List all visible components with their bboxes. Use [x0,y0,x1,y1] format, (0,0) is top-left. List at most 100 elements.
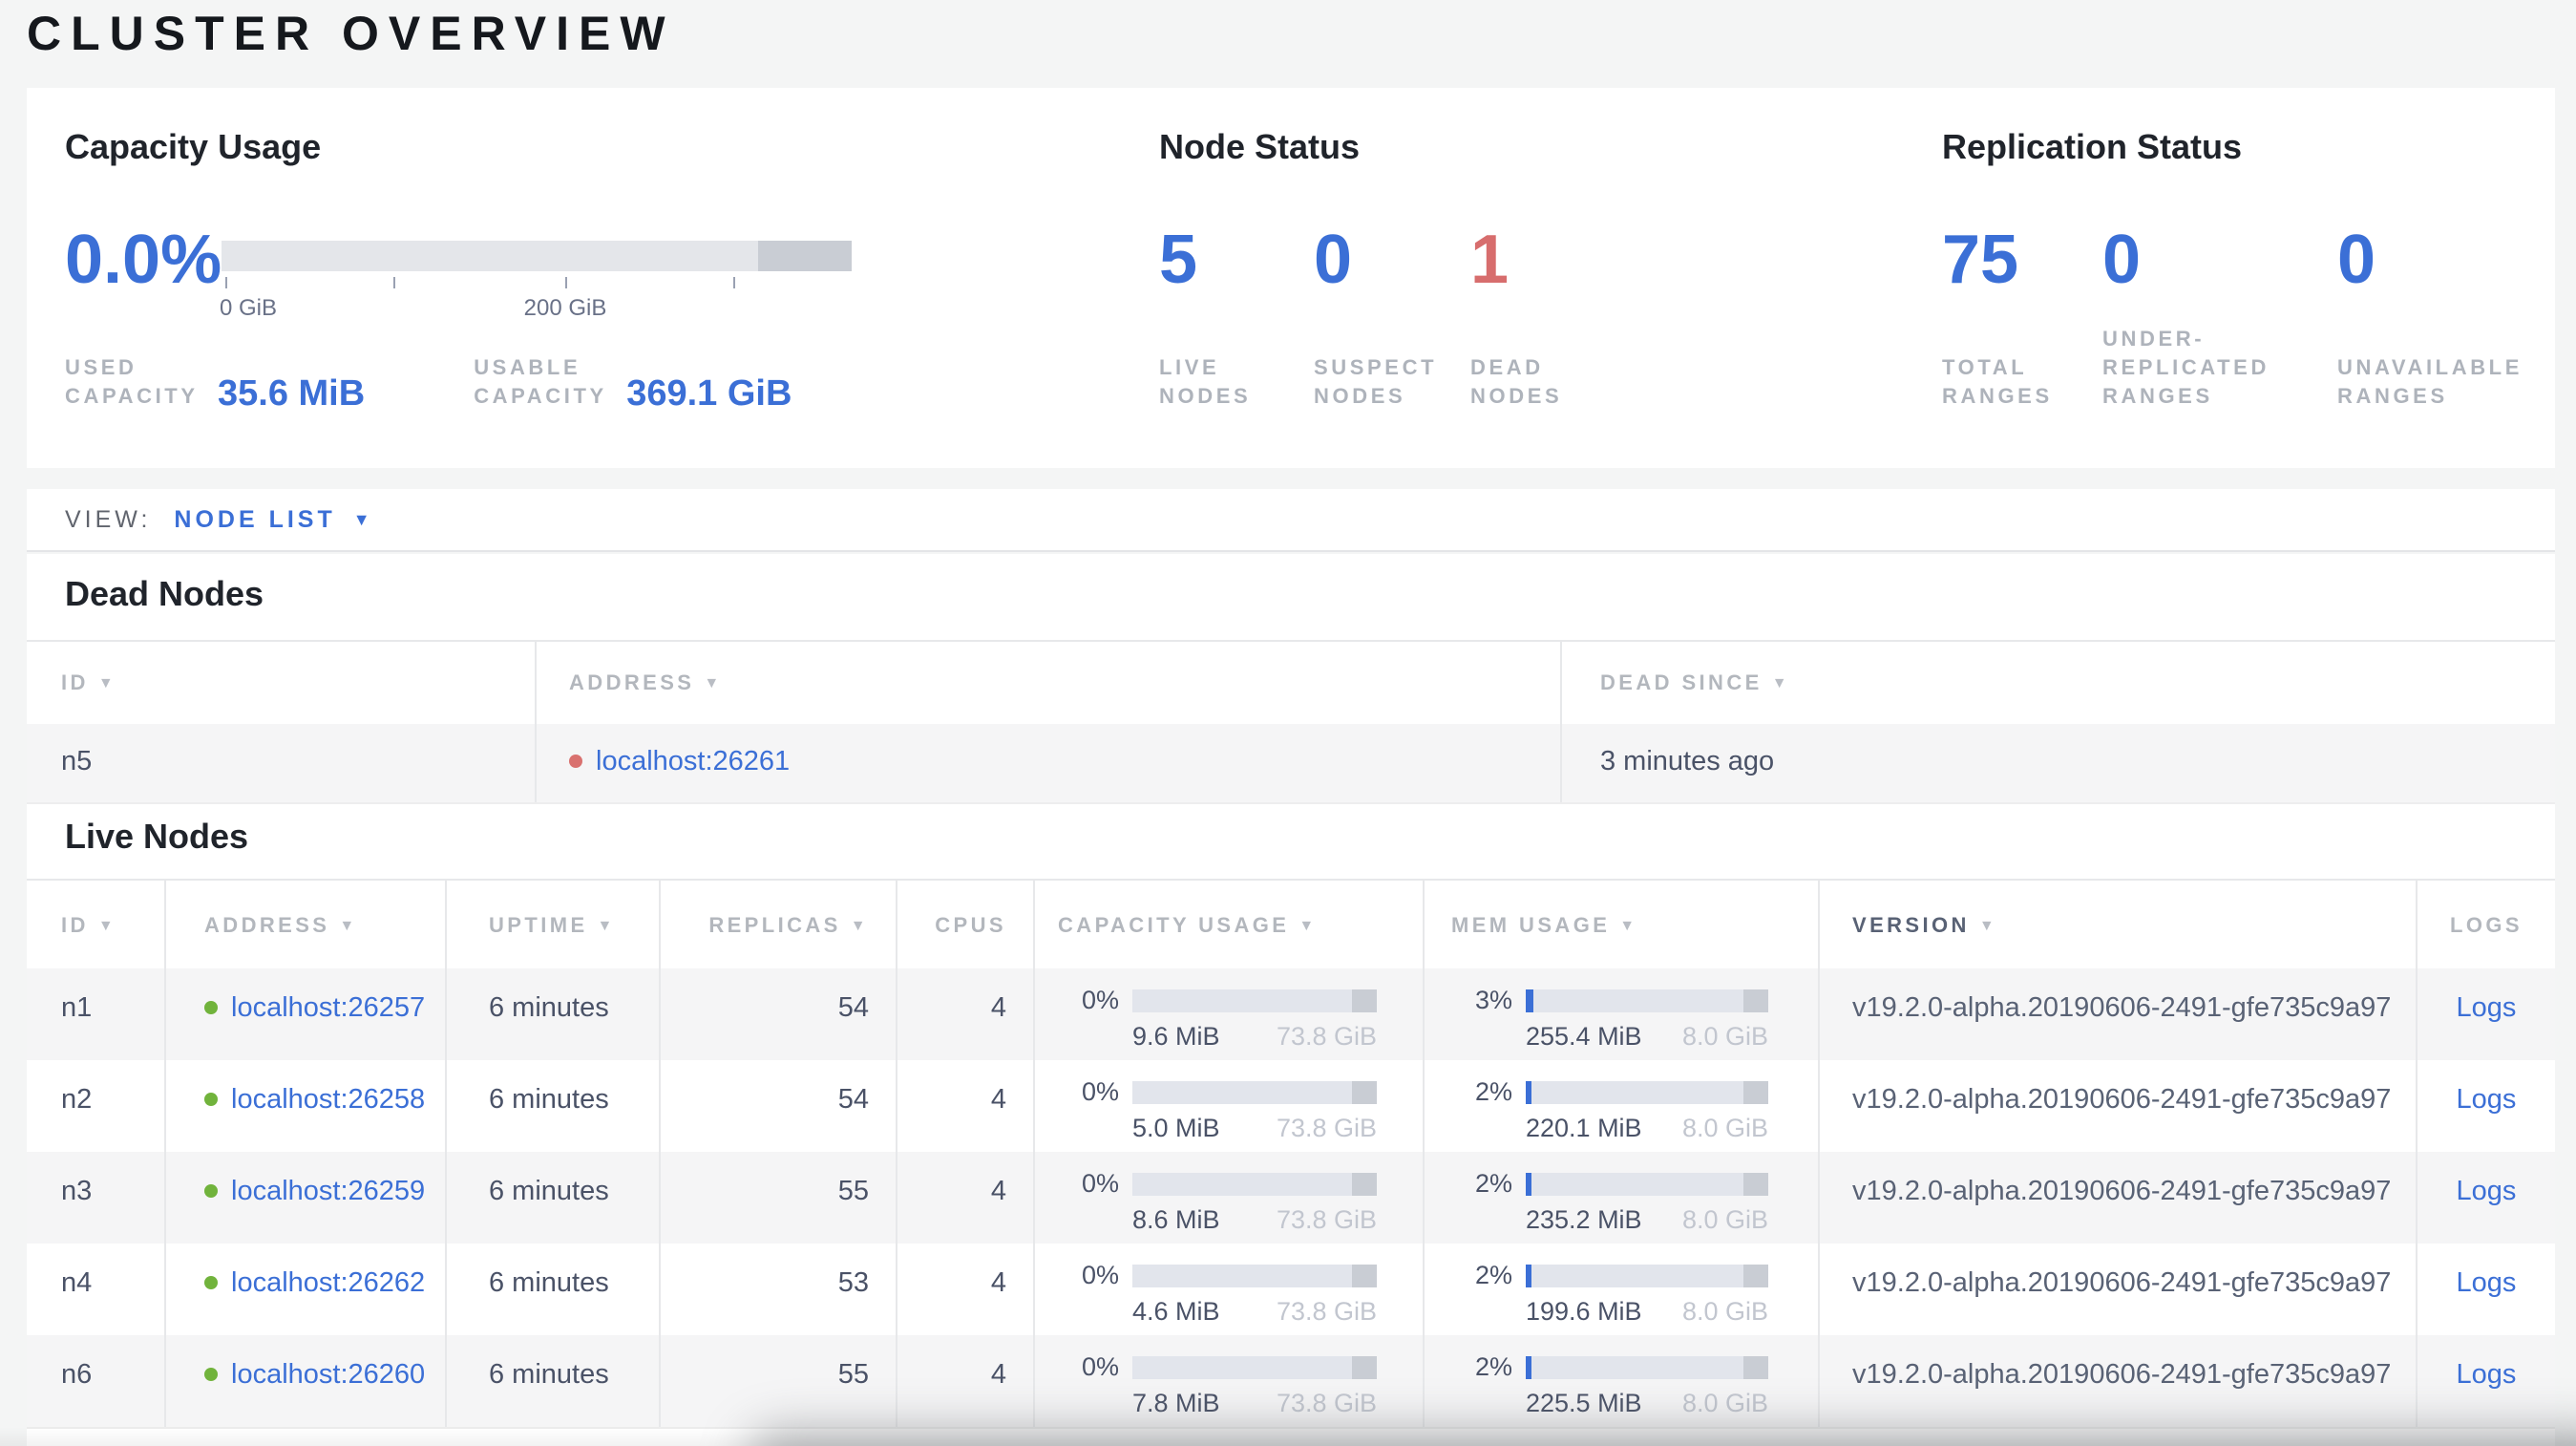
axis-tick [733,277,735,288]
under-replicated-label: UNDER-REPLICATED RANGES [2102,329,2270,409]
usable-capacity-label: USABLE CAPACITY [474,357,607,409]
node-address-link[interactable]: localhost:26257 [231,993,425,1024]
capacity-bar-chart: 0 GiB 200 GiB [220,225,852,321]
logs-link[interactable]: Logs [2457,1085,2517,1116]
node-status-title: Node Status [1159,128,1361,166]
capacity-usage-meter: 0.0% 0 GiB 200 GiB [65,220,852,321]
sort-desc-icon: ▼ [1771,674,1790,691]
capacity-total: 73.8 GiB [1276,1297,1377,1326]
live-col-id-header[interactable]: ID ▼ [27,881,164,968]
node-version: v19.2.0-alpha.20190606-2491-gfe735c9a97 [1818,1335,2416,1427]
capacity-bar [1132,1080,1377,1103]
used-capacity-label: USED CAPACITY [65,357,199,409]
node-address-cell: localhost:26259 [164,1152,445,1244]
memory-used: 199.6 MiB [1526,1297,1642,1326]
axis-tick [225,277,227,288]
capacity-usage-panel: Capacity Usage 0.0% 0 GiB 200 GiB USED C… [65,126,1096,415]
capacity-bar [1132,989,1377,1011]
capacity-percent: 0% [1081,986,1119,1014]
node-address-link[interactable]: localhost:26259 [231,1177,425,1207]
view-label: VIEW: [65,506,152,533]
live-node-row: n4 localhost:26262 6 minutes 53 4 0% 4.6… [27,1244,2555,1335]
logs-link[interactable]: Logs [2457,1177,2517,1207]
live-col-version-header[interactable]: VERSION ▼ [1818,881,2416,968]
replication-status-panel: Replication Status 75 0 0 TOTAL RANGES U… [1942,126,2553,409]
memory-percent: 2% [1474,1077,1512,1106]
node-replicas: 54 [659,1060,896,1152]
node-address-link[interactable]: localhost:26261 [596,747,790,777]
node-id: n6 [61,1360,93,1391]
live-col-address-header[interactable]: ADDRESS ▼ [164,881,445,968]
replication-labels: TOTAL RANGES UNDER-REPLICATED RANGES UNA… [1942,294,2566,413]
dead-col-address-header[interactable]: ADDRESS ▼ [535,642,1560,724]
usable-capacity-value: 369.1 GiB [626,374,792,415]
view-dropdown[interactable]: NODE LIST ▼ [174,506,373,533]
node-memory-cell: 2% 235.2 MiB 8.0 GiB [1423,1152,1818,1244]
node-address-link[interactable]: localhost:26262 [231,1268,425,1299]
cluster-overview-page: CLUSTER OVERVIEW Capacity Usage 0.0% 0 G… [0,0,2576,1446]
node-memory-cell: 2% 220.1 MiB 8.0 GiB [1423,1060,1818,1152]
dead-col-id-header[interactable]: ID ▼ [27,642,535,724]
node-address-cell: localhost:26260 [164,1335,445,1427]
memory-bar [1526,1264,1768,1287]
live-nodes-label: LIVE NODES [1159,357,1252,409]
dead-since-value: 3 minutes ago [1560,724,2555,802]
live-col-capacity-header[interactable]: CAPACITY USAGE ▼ [1033,881,1423,968]
live-status-dot-icon [204,1276,218,1289]
node-status-panel: Node Status 5 0 1 LIVE NODES SUSPECT NOD… [1159,126,1847,409]
node-id: n1 [61,993,93,1024]
usable-capacity-stat: USABLE CAPACITY 369.1 GiB [474,355,792,415]
node-replicas: 55 [659,1152,896,1244]
live-col-replicas-header[interactable]: REPLICAS ▼ [659,881,896,968]
dead-col-deadsince-header[interactable]: DEAD SINCE ▼ [1560,642,2555,724]
node-address-link[interactable]: localhost:26258 [231,1085,425,1116]
node-capacity-cell: 0% 5.0 MiB 73.8 GiB [1033,1060,1423,1152]
node-memory-cell: 2% 225.5 MiB 8.0 GiB [1423,1335,1818,1427]
dead-nodes-count: 1 [1470,220,1510,298]
capacity-percent: 0% [1081,1352,1119,1381]
memory-total: 8.0 GiB [1681,1114,1768,1142]
node-cpus: 4 [896,968,1033,1060]
logs-link[interactable]: Logs [2457,993,2517,1024]
node-address-cell: localhost:26257 [164,968,445,1060]
live-node-row: n1 localhost:26257 6 minutes 54 4 0% 9.6… [27,968,2555,1060]
replication-values: 75 0 0 [1942,224,2375,294]
nodes-section: Dead Nodes ID ▼ ADDRESS ▼ DEAD SINCE ▼ n5 l… [27,554,2555,1446]
node-version: v19.2.0-alpha.20190606-2491-gfe735c9a97 [1818,1244,2416,1335]
node-address-cell: localhost:26261 [535,724,1560,802]
view-selected-value: NODE LIST [174,506,336,533]
sort-desc-icon: ▼ [850,917,869,934]
node-memory-cell: 3% 255.4 MiB 8.0 GiB [1423,968,1818,1060]
capacity-percent: 0% [1081,1261,1119,1289]
bottom-shadow-band [745,1429,2576,1446]
view-selector-bar: VIEW: NODE LIST ▼ [27,489,2555,552]
unavailable-label: UNAVAILABLE RANGES [2337,357,2523,409]
used-capacity-stat: USED CAPACITY 35.6 MiB [65,355,366,415]
suspect-nodes-label: SUSPECT NODES [1314,357,1438,409]
capacity-used: 5.0 MiB [1132,1114,1220,1142]
used-capacity-value: 35.6 MiB [218,374,366,415]
memory-total: 8.0 GiB [1681,1389,1768,1417]
node-capacity-cell: 0% 9.6 MiB 73.8 GiB [1033,968,1423,1060]
node-cpus: 4 [896,1335,1033,1427]
cluster-summary-card: Capacity Usage 0.0% 0 GiB 200 GiB USED C… [27,88,2555,468]
capacity-used: 9.6 MiB [1132,1022,1220,1051]
logs-link[interactable]: Logs [2457,1268,2517,1299]
capacity-percent: 0.0% [65,220,222,298]
node-replicas: 53 [659,1244,896,1335]
node-id: n4 [61,1268,93,1299]
capacity-bar-track [222,241,852,271]
capacity-percent: 0% [1081,1077,1119,1106]
node-address-link[interactable]: localhost:26260 [231,1360,425,1391]
node-memory-cell: 2% 199.6 MiB 8.0 GiB [1423,1244,1818,1335]
live-status-dot-icon [204,1184,218,1198]
live-nodes-count: 5 [1159,220,1198,298]
sort-desc-icon: ▼ [339,917,358,934]
live-col-memusage-header[interactable]: MEM USAGE ▼ [1423,881,1818,968]
logs-link[interactable]: Logs [2457,1360,2517,1391]
live-col-uptime-header[interactable]: UPTIME ▼ [445,881,659,968]
replication-status-title: Replication Status [1942,128,2243,166]
live-status-dot-icon [204,1368,218,1381]
total-ranges-label: TOTAL RANGES [1942,357,2053,409]
live-col-cpus-header[interactable]: CPUS [896,881,1033,968]
